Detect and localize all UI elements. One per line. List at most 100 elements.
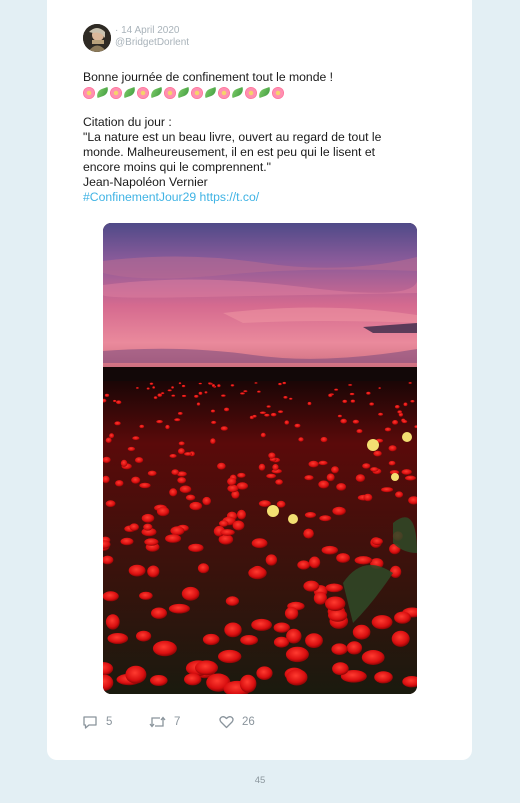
url-link[interactable]: https://t.co/ bbox=[200, 190, 260, 204]
poppy-shape bbox=[194, 394, 199, 398]
poppy-shape bbox=[266, 405, 271, 408]
user-handle[interactable]: @BridgetDorlent bbox=[115, 37, 189, 49]
poppy-shape bbox=[352, 624, 371, 640]
poppy-shape bbox=[224, 407, 230, 412]
poppy-shape bbox=[405, 475, 416, 481]
poppy-shape bbox=[136, 630, 152, 642]
poppy-shape bbox=[139, 424, 145, 429]
tweet-photo[interactable] bbox=[103, 223, 417, 694]
poppy-shape bbox=[272, 464, 279, 471]
poppy-shape bbox=[326, 473, 335, 482]
poppy-shape bbox=[178, 448, 185, 455]
avatar[interactable] bbox=[83, 24, 111, 52]
poppy-shape bbox=[152, 386, 156, 389]
poppy-shape bbox=[171, 469, 179, 476]
poppy-shape bbox=[240, 635, 258, 646]
poppy-shape bbox=[151, 607, 167, 619]
poppy-shape bbox=[354, 556, 373, 565]
poppy-shape bbox=[259, 411, 266, 415]
poppy-shape bbox=[232, 520, 245, 531]
poppy-shape bbox=[258, 463, 266, 471]
poppy-shape bbox=[181, 394, 187, 398]
tweet-date: · 14 April 2020 bbox=[115, 25, 180, 36]
hibiscus-emoji-icon bbox=[272, 86, 284, 99]
poppy-shape bbox=[348, 384, 353, 386]
poppy-shape bbox=[189, 501, 203, 511]
poppy-shape bbox=[331, 466, 339, 474]
poppy-shape bbox=[252, 414, 257, 418]
poppy-shape bbox=[237, 472, 246, 478]
quote-line-2: monde. Malheureusement, il en est peu qu… bbox=[83, 145, 375, 159]
poppy-shape bbox=[167, 389, 172, 392]
page-number: 45 bbox=[254, 775, 266, 786]
poppy-shape bbox=[210, 438, 216, 445]
poppy-shape bbox=[147, 565, 160, 578]
poppy-shape bbox=[303, 580, 320, 592]
like-action[interactable]: 26 bbox=[219, 715, 255, 729]
poppy-shape bbox=[120, 537, 134, 546]
hashtag-link[interactable]: #ConfinementJour29 bbox=[83, 190, 196, 204]
poppy-shape bbox=[169, 488, 178, 497]
tweet-card: · 14 April 2020 @BridgetDorlent Bonne jo… bbox=[47, 0, 472, 760]
poppy-shape bbox=[346, 641, 363, 655]
poppy-shape bbox=[336, 483, 347, 491]
poppy-shape bbox=[114, 421, 121, 426]
poppy-shape bbox=[147, 470, 157, 476]
poppy-shape bbox=[392, 420, 399, 425]
poppy-shape bbox=[185, 494, 196, 501]
poppy-shape bbox=[371, 537, 383, 546]
poppy-shape bbox=[356, 429, 363, 434]
reply-action[interactable]: 5 bbox=[82, 715, 149, 729]
poppy-shape bbox=[196, 402, 201, 406]
poppy-shape bbox=[276, 500, 286, 508]
poppy-shape bbox=[401, 469, 412, 475]
poppy-shape bbox=[286, 669, 308, 686]
poppy-shape bbox=[146, 387, 150, 390]
poppy-shape bbox=[320, 436, 328, 443]
poppy-shape bbox=[352, 419, 360, 424]
poppy-shape bbox=[391, 630, 410, 647]
poppy-shape bbox=[143, 523, 153, 531]
tweet-meta: · 14 April 2020 @BridgetDorlent bbox=[115, 25, 189, 49]
poppy-shape bbox=[408, 382, 412, 384]
hibiscus-emoji-icon bbox=[164, 86, 176, 99]
poppy-shape bbox=[394, 611, 411, 624]
poppy-shape bbox=[388, 460, 396, 466]
leaf-emoji-icon bbox=[122, 86, 137, 99]
poppy-shape bbox=[370, 467, 379, 472]
poppy-shape bbox=[109, 433, 115, 439]
hibiscus-emoji-icon bbox=[218, 86, 230, 99]
poppy-shape bbox=[198, 391, 203, 395]
poppy-shape bbox=[198, 382, 202, 385]
poppy-shape bbox=[153, 396, 158, 400]
poppy-shape bbox=[337, 414, 342, 418]
poppy-shape bbox=[218, 649, 242, 664]
poppy-shape bbox=[328, 609, 348, 622]
poppy-shape bbox=[115, 480, 124, 487]
poppy-shape bbox=[328, 393, 333, 398]
poppy-shape bbox=[237, 509, 246, 520]
poppy-shape bbox=[211, 384, 216, 388]
poppy-shape bbox=[139, 591, 153, 600]
poppy-shape bbox=[394, 405, 400, 409]
poppy-field-image bbox=[103, 223, 417, 694]
poppy-shape bbox=[297, 560, 311, 570]
poppy-shape bbox=[355, 474, 366, 482]
poppy-shape bbox=[171, 386, 174, 389]
avatar-image bbox=[83, 24, 111, 52]
poppy-shape bbox=[135, 457, 144, 464]
poppy-shape bbox=[334, 388, 339, 391]
retweet-action[interactable]: 7 bbox=[149, 715, 219, 729]
emoji-row bbox=[83, 85, 423, 100]
poppy-shape bbox=[309, 556, 321, 569]
poppy-shape bbox=[313, 591, 327, 605]
poppy-shape bbox=[217, 384, 221, 388]
poppy-shape bbox=[331, 643, 348, 655]
heart-icon bbox=[219, 716, 234, 729]
poppy-shape bbox=[264, 413, 270, 417]
poppy-shape bbox=[125, 665, 147, 684]
poppy-shape bbox=[256, 666, 273, 680]
poppy-shape bbox=[135, 387, 139, 389]
hibiscus-emoji-icon bbox=[83, 86, 95, 99]
